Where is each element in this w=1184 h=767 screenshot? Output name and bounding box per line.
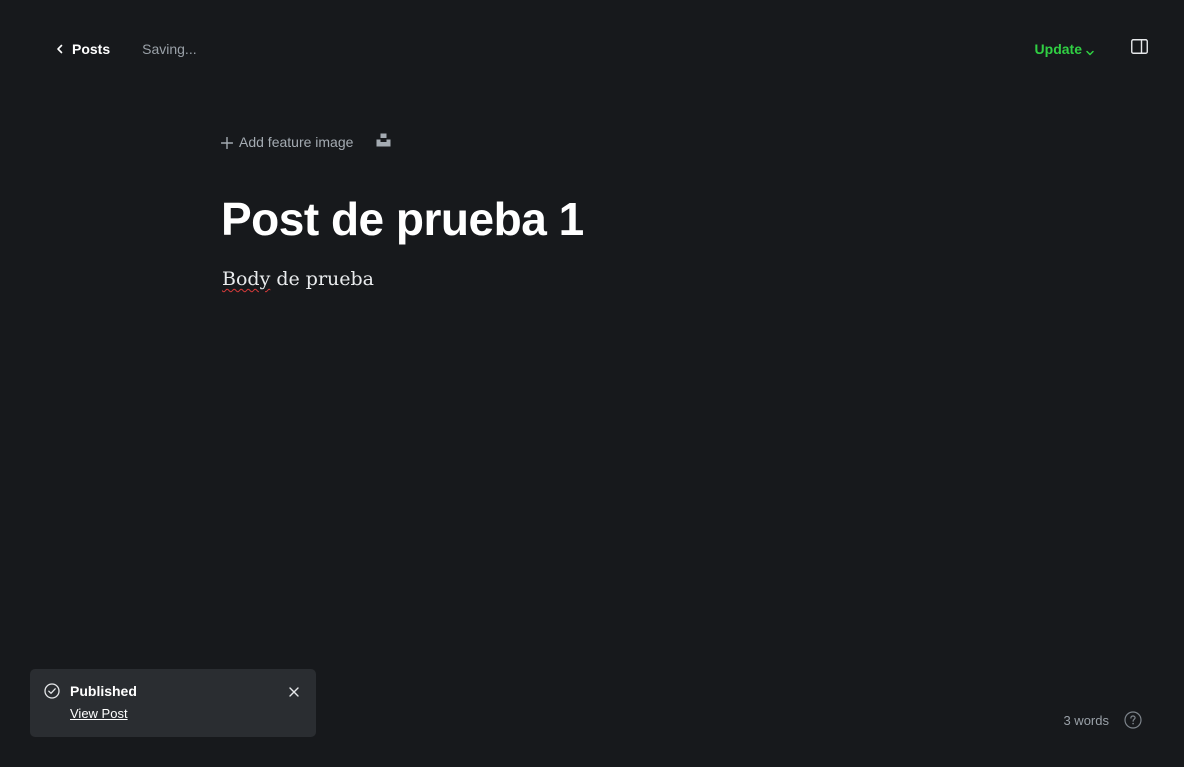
check-circle-icon [44,683,60,699]
update-label: Update [1034,41,1082,57]
published-notification: Published View Post [30,669,316,737]
post-title[interactable]: Post de prueba 1 [221,190,584,248]
notification-title: Published [70,683,137,699]
add-feature-image-button[interactable]: Add feature image [220,134,354,150]
editor-header-left: Posts Saving... [54,38,197,60]
save-status: Saving... [142,41,197,57]
post-body-text: de prueba [270,268,375,290]
unsplash-button[interactable] [376,133,392,152]
editor-footer: 3 words [1063,710,1142,730]
back-to-posts-button[interactable]: Posts [54,41,110,57]
update-button[interactable]: Update [1035,41,1095,57]
add-feature-image-label: Add feature image [239,134,354,150]
chevron-down-icon [1085,45,1095,56]
word-count: 3 words [1063,712,1109,728]
close-icon[interactable] [288,685,300,697]
plus-icon [220,136,234,150]
feature-image-row: Add feature image [220,131,392,153]
misspelled-word: Body [222,268,271,290]
post-body-editor[interactable]: Body de prueba [222,266,374,292]
unsplash-icon [376,133,391,152]
editor-header-right: Update [1035,38,1148,60]
post-editor: Posts Saving... Update Add feature image [0,0,1184,767]
help-circle-icon[interactable] [1124,711,1142,729]
settings-sidebar-toggle[interactable] [1130,39,1148,59]
chevron-left-icon [54,43,66,55]
sidebar-panel-icon [1130,39,1148,59]
back-label: Posts [72,41,111,57]
view-post-link[interactable]: View Post [70,706,128,721]
